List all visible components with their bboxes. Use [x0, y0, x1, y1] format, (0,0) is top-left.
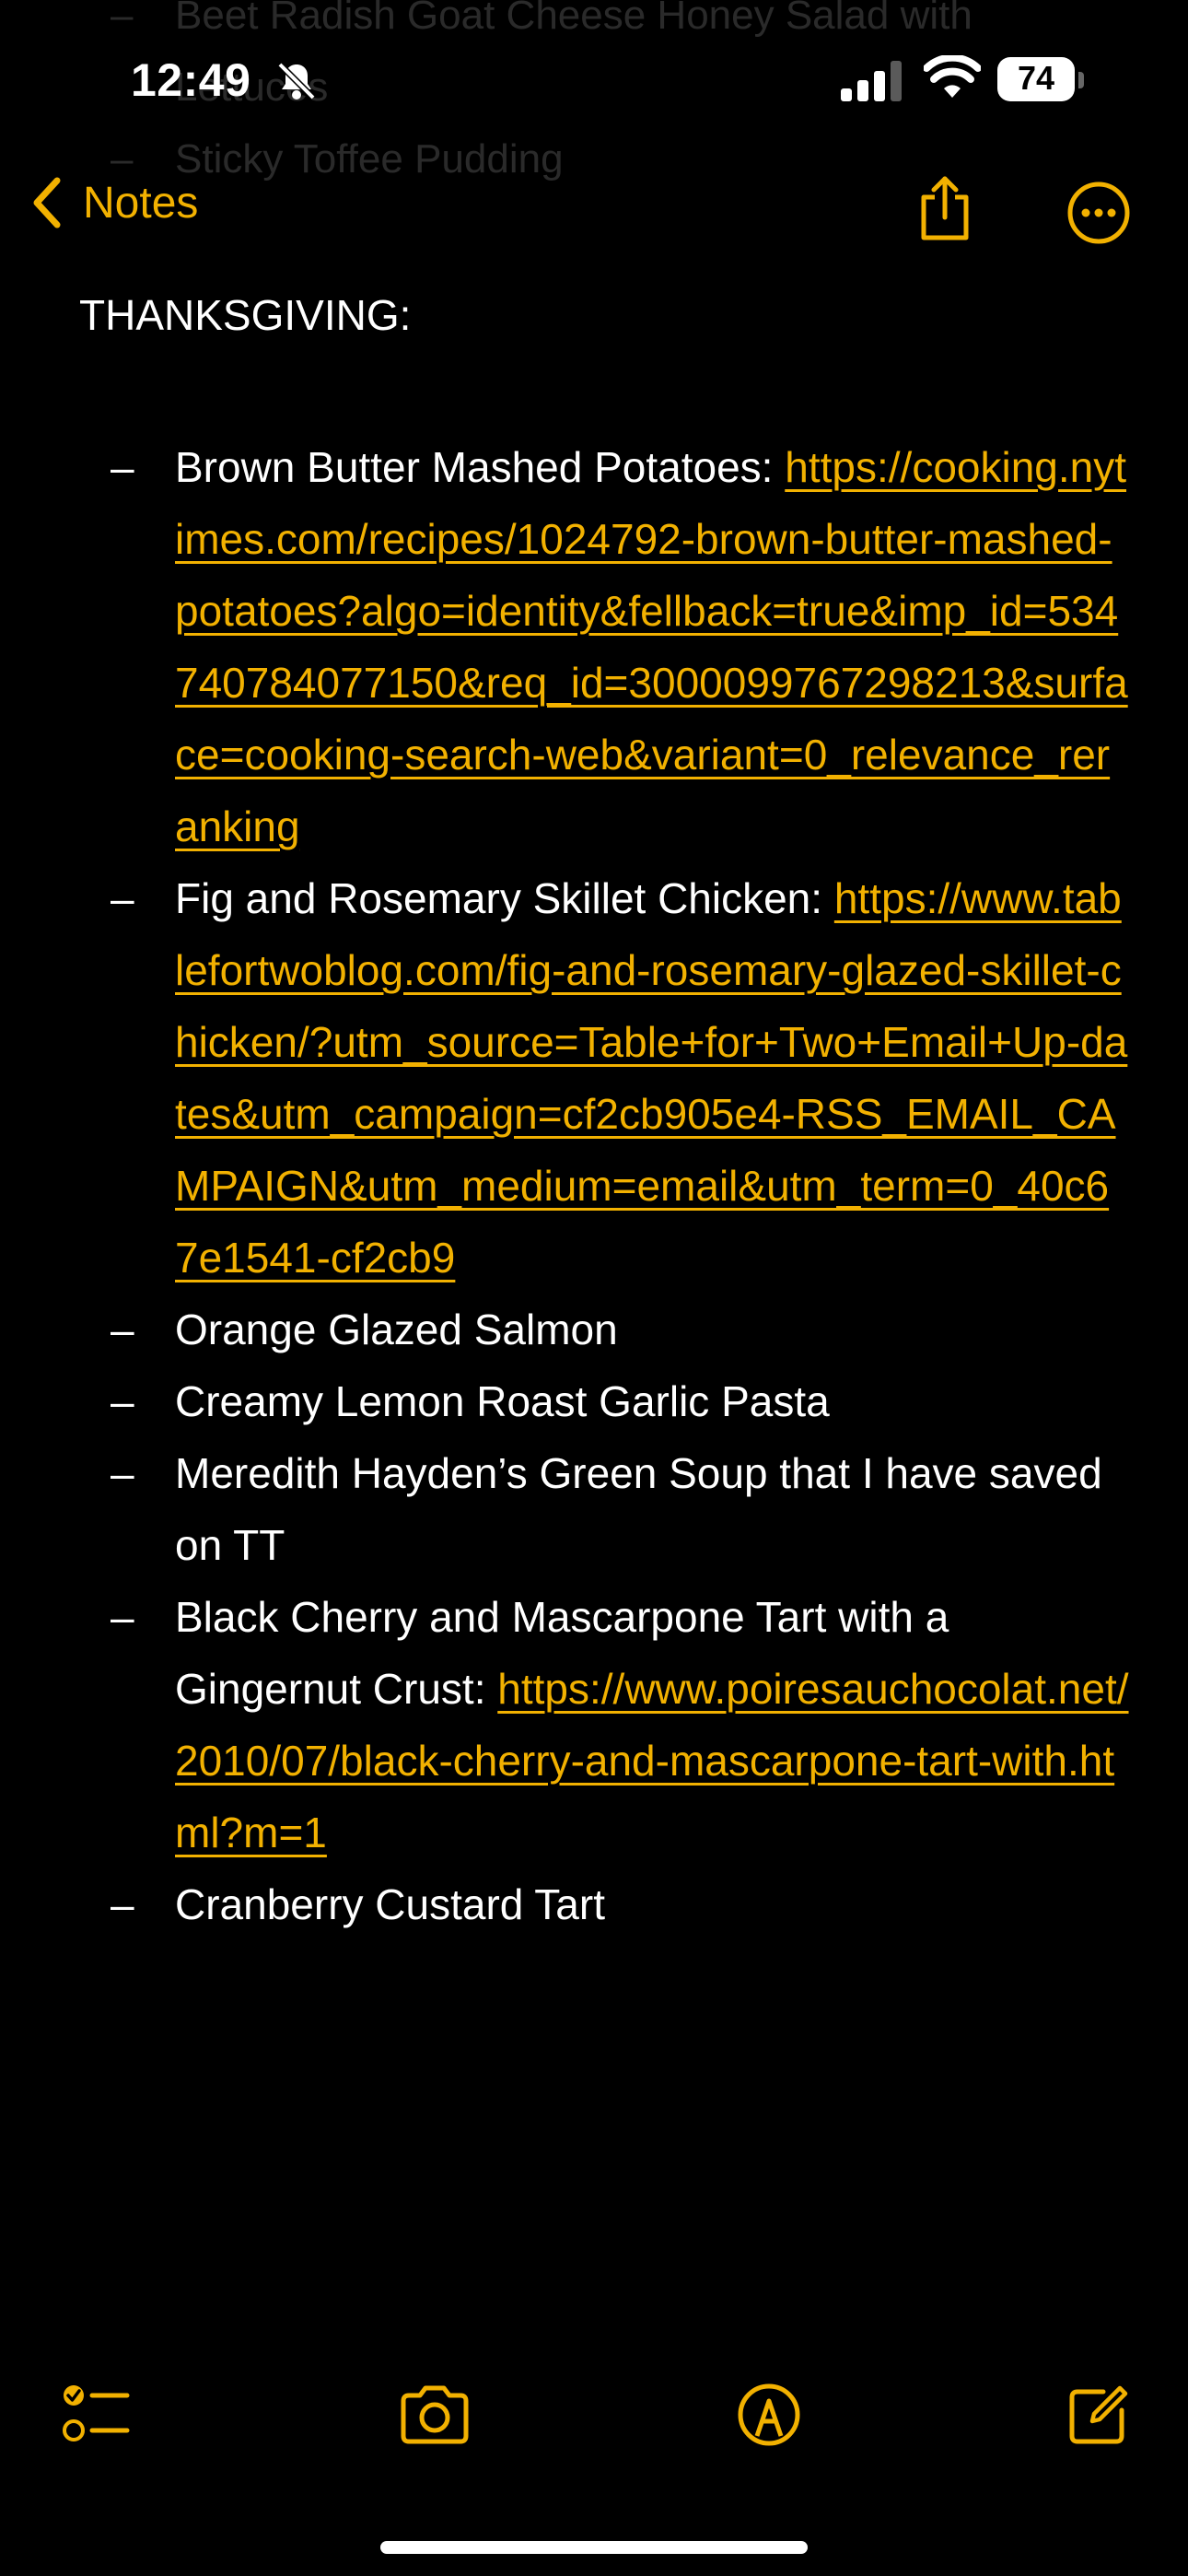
bullet-dash: – [111, 443, 134, 491]
list-item: – Cranberry Custard Tart [79, 1868, 1129, 1940]
checklist-icon[interactable] [61, 2383, 131, 2447]
item-text: Brown Butter Mashed Potatoes: [175, 443, 786, 491]
bullet-dash: – [111, 1377, 134, 1425]
item-text: Fig and Rosemary Skillet Chicken: [175, 874, 834, 922]
more-options-icon[interactable] [1066, 181, 1131, 245]
recipe-link[interactable]: https://cooking.nytimes.com/recipes/1024… [175, 443, 1128, 850]
bullet-dash: – [111, 1306, 134, 1353]
list-item: – Orange Glazed Salmon [79, 1294, 1129, 1365]
compose-icon[interactable] [1066, 2383, 1131, 2447]
cellular-signal-icon [841, 61, 902, 101]
item-text: Cranberry Custard Tart [175, 1880, 605, 1928]
list-item: – Black Cherry and Mascarpone Tart with a… [79, 1581, 1129, 1868]
clock: 12:49 [131, 54, 251, 106]
markup-icon[interactable] [737, 2383, 801, 2447]
wifi-icon [924, 55, 981, 98]
recipe-link[interactable]: https://www.tablefortwoblog.com/fig-and-… [175, 874, 1127, 1282]
bottom-toolbar [0, 2383, 1188, 2465]
home-indicator[interactable] [380, 2541, 808, 2554]
back-button[interactable]: Notes [31, 175, 198, 230]
silent-bell-icon [277, 62, 316, 100]
battery-icon: 74 [997, 57, 1086, 103]
item-text: Orange Glazed Salmon [175, 1306, 618, 1353]
list-item: – Meredith Hayden’s Green Soup that I hav… [79, 1437, 1129, 1581]
item-text: Meredith Hayden’s Green Soup that I have… [175, 1449, 1102, 1569]
camera-icon[interactable] [398, 2384, 472, 2445]
list-item: – Brown Butter Mashed Potatoes: https://c… [79, 431, 1129, 862]
bullet-dash: – [111, 874, 134, 922]
list-item: – Creamy Lemon Roast Garlic Pasta [79, 1365, 1129, 1437]
bullet-dash: – [111, 1880, 134, 1928]
share-icon[interactable] [916, 175, 973, 243]
note-title: THANKSGIVING: [79, 291, 412, 339]
note-body[interactable]: THANKSGIVING: – Brown Butter Mashed Potat… [79, 287, 1129, 1940]
item-text: Creamy Lemon Roast Garlic Pasta [175, 1377, 830, 1425]
bullet-dash: – [111, 1593, 134, 1641]
status-bar: 12:49 74 [0, 0, 1188, 157]
back-label: Notes [83, 178, 199, 228]
bullet-dash: – [111, 1449, 134, 1497]
list-item: – Fig and Rosemary Skillet Chicken: https… [79, 862, 1129, 1294]
battery-level: 74 [1017, 59, 1055, 97]
bullet-list: – Brown Butter Mashed Potatoes: https://c… [79, 431, 1129, 1940]
chevron-left-icon [33, 177, 61, 228]
